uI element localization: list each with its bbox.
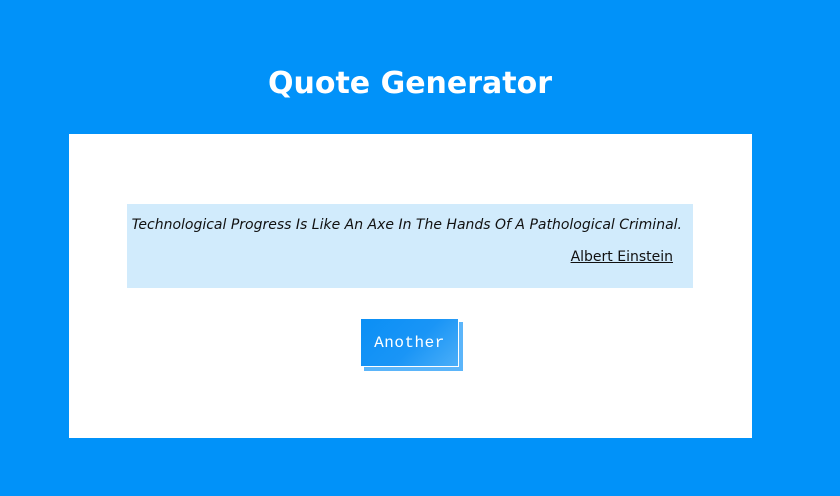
quote-author-link[interactable]: Albert Einstein [571, 248, 673, 266]
quote-text: Technological Progress Is Like An Axe In… [131, 217, 682, 233]
quote-box: Technological Progress Is Like An Axe In… [127, 204, 693, 288]
page-title: Quote Generator [267, 66, 553, 101]
another-quote-button[interactable]: Another [360, 318, 459, 367]
quote-card: Technological Progress Is Like An Axe In… [69, 134, 752, 438]
